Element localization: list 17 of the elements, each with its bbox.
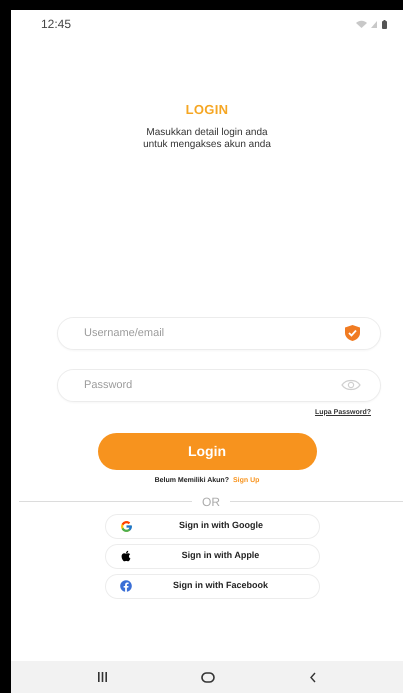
social-sign-in-button[interactable]: Sign in with Google xyxy=(105,514,320,538)
or-divider-text: OR xyxy=(201,494,221,510)
apple-icon xyxy=(120,550,132,562)
google-g-icon xyxy=(120,520,133,532)
shield-check-icon xyxy=(344,324,361,342)
back-icon[interactable] xyxy=(310,672,316,682)
login-title: LOGIN xyxy=(184,101,230,119)
social-sign-in-button[interactable]: Sign in with Facebook xyxy=(105,574,320,598)
recent-apps-icon[interactable] xyxy=(98,672,108,682)
home-icon[interactable] xyxy=(201,672,216,682)
social-sign-in-button[interactable]: Sign in with Apple xyxy=(105,544,320,568)
facebook-icon xyxy=(120,580,132,592)
password-field[interactable]: Password xyxy=(57,368,381,402)
status-time: 12:45 xyxy=(41,16,72,33)
username-field[interactable]: Username/email xyxy=(57,316,381,350)
status-icons xyxy=(355,19,389,29)
login-subtitle: Masukkan detail login anda untuk mengakses akun anda xyxy=(142,126,272,150)
